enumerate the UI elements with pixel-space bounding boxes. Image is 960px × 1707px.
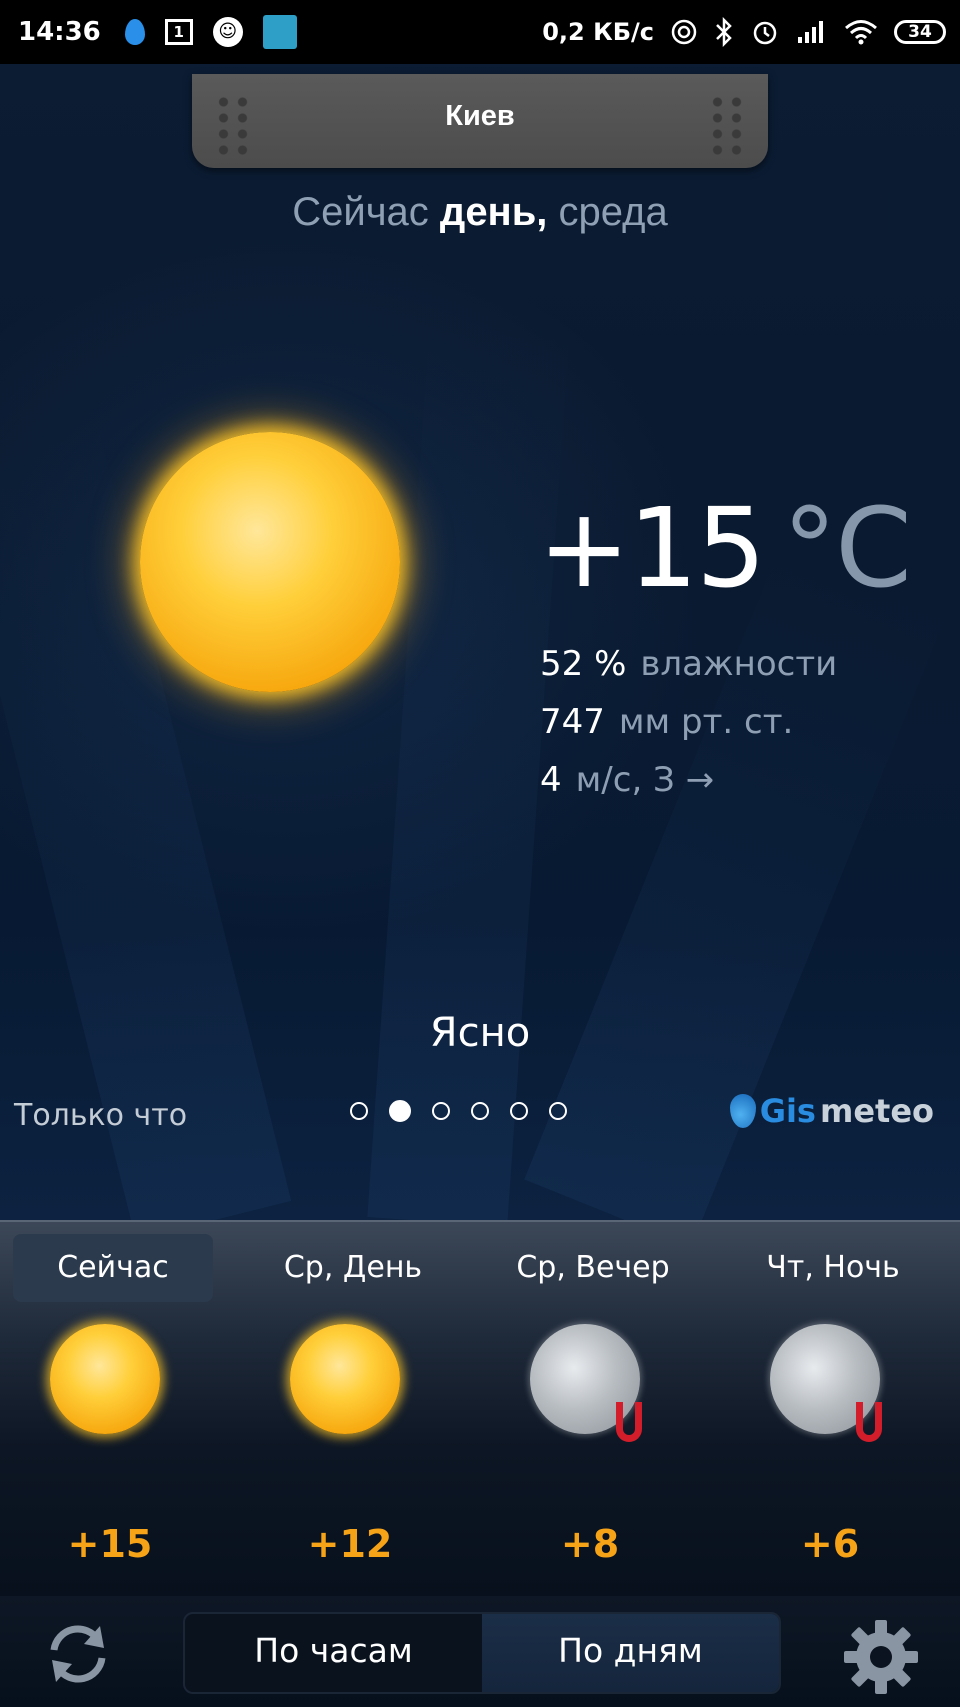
wind-label: м/с, З → [575, 760, 715, 800]
calendar-icon: 1 [164, 19, 193, 45]
forecast-strip: Сейчас +15 Ср, День +12 Ср, Вечер +8 Чт,… [0, 1220, 960, 1598]
forecast-item[interactable]: Ср, День +12 [240, 1222, 460, 1598]
signal-icon [796, 19, 828, 45]
now-prefix: Сейчас [292, 190, 429, 234]
app-icon [262, 15, 297, 49]
forecast-label[interactable]: Ср, Вечер [493, 1234, 693, 1302]
humidity-label: влажности [640, 644, 838, 684]
weather-condition: Ясно [429, 1010, 531, 1056]
page-indicator[interactable] [350, 1100, 567, 1122]
network-speed: 0,2 КБ/с [542, 18, 654, 46]
forecast-temp: +15 [67, 1522, 153, 1566]
gismeteo-drop-icon [729, 1094, 756, 1128]
view-mode-toggle[interactable]: По часам По дням [183, 1612, 781, 1694]
hourly-button[interactable]: По часам [185, 1614, 482, 1692]
city-selector-tab[interactable]: Киев [192, 74, 768, 168]
page-dot[interactable] [432, 1102, 450, 1120]
logo-meteo: meteo [819, 1092, 934, 1130]
drag-grip-right-icon [708, 94, 746, 156]
forecast-label[interactable]: Ср, День [253, 1234, 453, 1302]
wind-value: 4 [540, 760, 562, 800]
page-dot[interactable] [510, 1102, 528, 1120]
humidity-value: 52 % [540, 644, 627, 684]
temperature-value: +15 [538, 484, 766, 612]
sun-icon [50, 1324, 160, 1434]
temperature-unit: °C [782, 484, 912, 612]
forecast-label[interactable]: Чт, Ночь [733, 1234, 933, 1302]
current-period-line: Сейчас день, среда [0, 190, 960, 235]
forecast-label[interactable]: Сейчас [13, 1234, 213, 1302]
forecast-temp: +12 [307, 1522, 393, 1566]
battery-icon: 34 [894, 20, 946, 44]
page-dot[interactable] [350, 1102, 368, 1120]
forecast-temp: +6 [800, 1522, 860, 1566]
status-time: 14:36 [18, 17, 101, 47]
updated-time: Только что [14, 1098, 188, 1133]
pressure-row: 747 мм рт. ст. [540, 702, 793, 742]
daily-button[interactable]: По дням [482, 1614, 779, 1692]
magnetic-storm-icon [856, 1402, 882, 1442]
alarm-icon [750, 17, 780, 47]
page-dot[interactable] [549, 1102, 567, 1120]
page-dot[interactable] [471, 1102, 489, 1120]
bottom-bar: По часам По дням [0, 1596, 960, 1707]
page-dot-active[interactable] [389, 1100, 411, 1122]
water-drop-icon [124, 19, 145, 45]
now-weekday: среда [558, 190, 668, 234]
wind-row: 4 м/с, З → [540, 760, 714, 800]
gismeteo-logo: Gis meteo [729, 1092, 934, 1130]
troll-face-icon: ☺ [212, 17, 243, 47]
gear-icon[interactable] [842, 1618, 920, 1696]
current-temperature: +15 °C [538, 484, 912, 612]
status-bar: 14:36 1 ☺ 0,2 КБ/с 34 [0, 0, 960, 64]
sun-icon [140, 432, 400, 692]
pressure-label: мм рт. ст. [618, 702, 794, 742]
forecast-item[interactable]: Чт, Ночь +6 [720, 1222, 940, 1598]
refresh-icon[interactable] [40, 1616, 116, 1692]
wifi-icon [844, 19, 878, 45]
logo-gis: Gis [759, 1092, 816, 1130]
forecast-temp: +8 [560, 1522, 620, 1566]
pressure-value: 747 [540, 702, 605, 742]
current-weather-panel[interactable]: Киев Сейчас день, среда +15 °C 52 % влажно… [0, 64, 960, 1220]
sun-icon [290, 1324, 400, 1434]
magnetic-storm-icon [616, 1402, 642, 1442]
forecast-item[interactable]: Ср, Вечер +8 [480, 1222, 700, 1598]
now-period: день, [439, 190, 548, 234]
forecast-item[interactable]: Сейчас +15 [0, 1222, 220, 1598]
humidity-row: 52 % влажности [540, 644, 837, 684]
bluetooth-icon [714, 17, 734, 47]
city-name: Киев [445, 100, 515, 132]
hotspot-icon [670, 18, 698, 46]
